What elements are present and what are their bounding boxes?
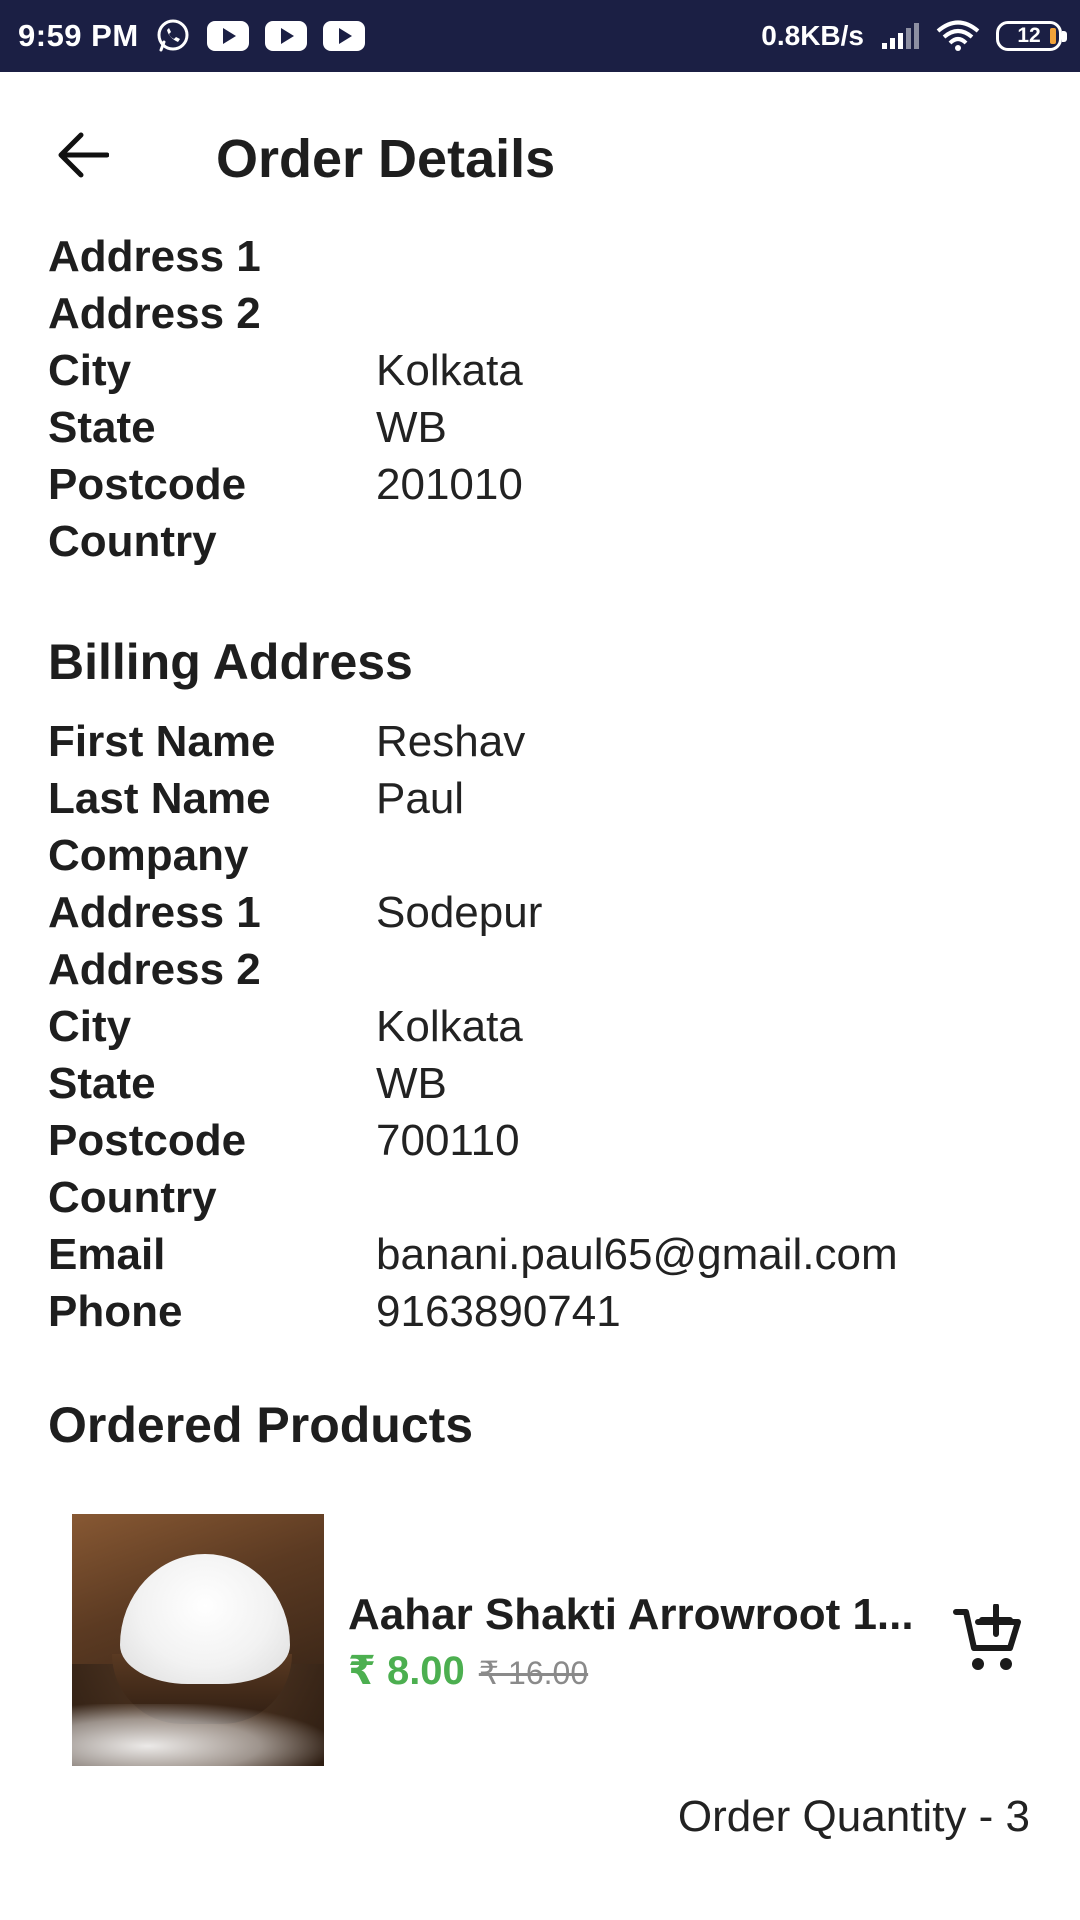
address-row: Address 2 bbox=[48, 285, 1048, 342]
status-time: 9:59 PM bbox=[18, 18, 139, 53]
field-label: Country bbox=[48, 516, 217, 566]
field-label: City bbox=[48, 345, 132, 395]
field-value: Paul bbox=[376, 773, 465, 823]
address-row: City Kolkata bbox=[48, 342, 1048, 399]
field-value: WB bbox=[376, 402, 447, 452]
status-bar: 9:59 PM 0.8KB/s 12 bbox=[0, 0, 1080, 72]
field-label: Address 2 bbox=[48, 944, 261, 994]
product-original-price: ₹ 16.00 bbox=[478, 1655, 589, 1691]
field-label: Postcode bbox=[48, 1115, 247, 1165]
billing-row: State WB bbox=[48, 1055, 1048, 1112]
shipping-address-section: Address 1 Address 2 City Kolkata State W… bbox=[48, 228, 1048, 570]
billing-row: Email banani.paul65@gmail.com bbox=[48, 1226, 1048, 1283]
billing-row: First Name Reshav bbox=[48, 713, 1048, 770]
phone-value: 9163890741 bbox=[376, 1286, 621, 1336]
address-row: Country bbox=[48, 513, 1048, 570]
field-label: State bbox=[48, 402, 156, 452]
network-speed: 0.8KB/s bbox=[761, 20, 864, 51]
app-bar: Order Details bbox=[0, 72, 1080, 244]
field-value: Kolkata bbox=[376, 1001, 523, 1051]
billing-row: Company bbox=[48, 827, 1048, 884]
address-row: State WB bbox=[48, 399, 1048, 456]
address-row: Postcode 201010 bbox=[48, 456, 1048, 513]
whatsapp-icon bbox=[155, 18, 191, 54]
billing-address-section: First Name Reshav Last Name Paul Company… bbox=[48, 713, 1048, 1340]
ordered-products-title: Ordered Products bbox=[48, 1397, 474, 1453]
field-value: 700110 bbox=[376, 1115, 520, 1165]
billing-row: Address 1 Sodepur bbox=[48, 884, 1048, 941]
youtube-icon bbox=[264, 21, 307, 51]
wifi-icon bbox=[936, 20, 980, 52]
field-label: Address 1 bbox=[48, 887, 261, 937]
field-label: Phone bbox=[48, 1286, 183, 1336]
signal-icon bbox=[880, 21, 920, 51]
billing-address-title: Billing Address bbox=[48, 634, 413, 690]
billing-row: Country bbox=[48, 1169, 1048, 1226]
back-button[interactable] bbox=[48, 122, 118, 192]
field-label: Postcode bbox=[48, 459, 247, 509]
billing-row: Last Name Paul bbox=[48, 770, 1048, 827]
field-label: Last Name bbox=[48, 773, 271, 823]
product-name: Aahar Shakti Arrowroot 1... bbox=[348, 1590, 914, 1639]
status-right: 0.8KB/s 12 bbox=[761, 20, 1067, 52]
add-to-cart-button[interactable] bbox=[944, 1598, 1032, 1686]
product-price: ₹ 8.00 bbox=[348, 1649, 465, 1693]
field-label: First Name bbox=[48, 716, 276, 766]
add-to-cart-icon bbox=[952, 1602, 1024, 1681]
field-label: Email bbox=[48, 1229, 166, 1279]
battery-icon: 12 bbox=[996, 21, 1067, 51]
order-quantity: Order Quantity - 3 bbox=[677, 1792, 1030, 1841]
field-value: Reshav bbox=[376, 716, 526, 766]
field-label: State bbox=[48, 1058, 156, 1108]
youtube-icon bbox=[322, 21, 365, 51]
billing-row: Address 2 bbox=[48, 941, 1048, 998]
field-value: Sodepur bbox=[376, 887, 543, 937]
field-value: WB bbox=[376, 1058, 447, 1108]
price-row: ₹ 8.00 ₹ 16.00 bbox=[348, 1648, 588, 1694]
field-value: Kolkata bbox=[376, 345, 523, 395]
youtube-icon bbox=[206, 21, 249, 51]
billing-row: Postcode 700110 bbox=[48, 1112, 1048, 1169]
battery-level: 12 bbox=[1017, 24, 1041, 47]
address-row: Address 1 bbox=[48, 228, 1048, 285]
field-label: Address 2 bbox=[48, 288, 261, 338]
page-title: Order Details bbox=[216, 129, 556, 189]
field-label: Country bbox=[48, 1172, 217, 1222]
order-details-content: Address 1 Address 2 City Kolkata State W… bbox=[48, 228, 1048, 1454]
billing-row: City Kolkata bbox=[48, 998, 1048, 1055]
email-value: banani.paul65@gmail.com bbox=[376, 1229, 898, 1279]
field-value: 201010 bbox=[376, 459, 523, 509]
field-label: Company bbox=[48, 830, 249, 880]
product-card[interactable]: Aahar Shakti Arrowroot 1... ₹ 8.00 ₹ 16.… bbox=[72, 1514, 1032, 1766]
status-left: 9:59 PM bbox=[18, 18, 365, 54]
field-label: City bbox=[48, 1001, 132, 1051]
product-image bbox=[72, 1514, 324, 1766]
arrow-left-icon bbox=[57, 131, 110, 184]
billing-row: Phone 9163890741 bbox=[48, 1283, 1048, 1340]
field-label: Address 1 bbox=[48, 231, 261, 281]
